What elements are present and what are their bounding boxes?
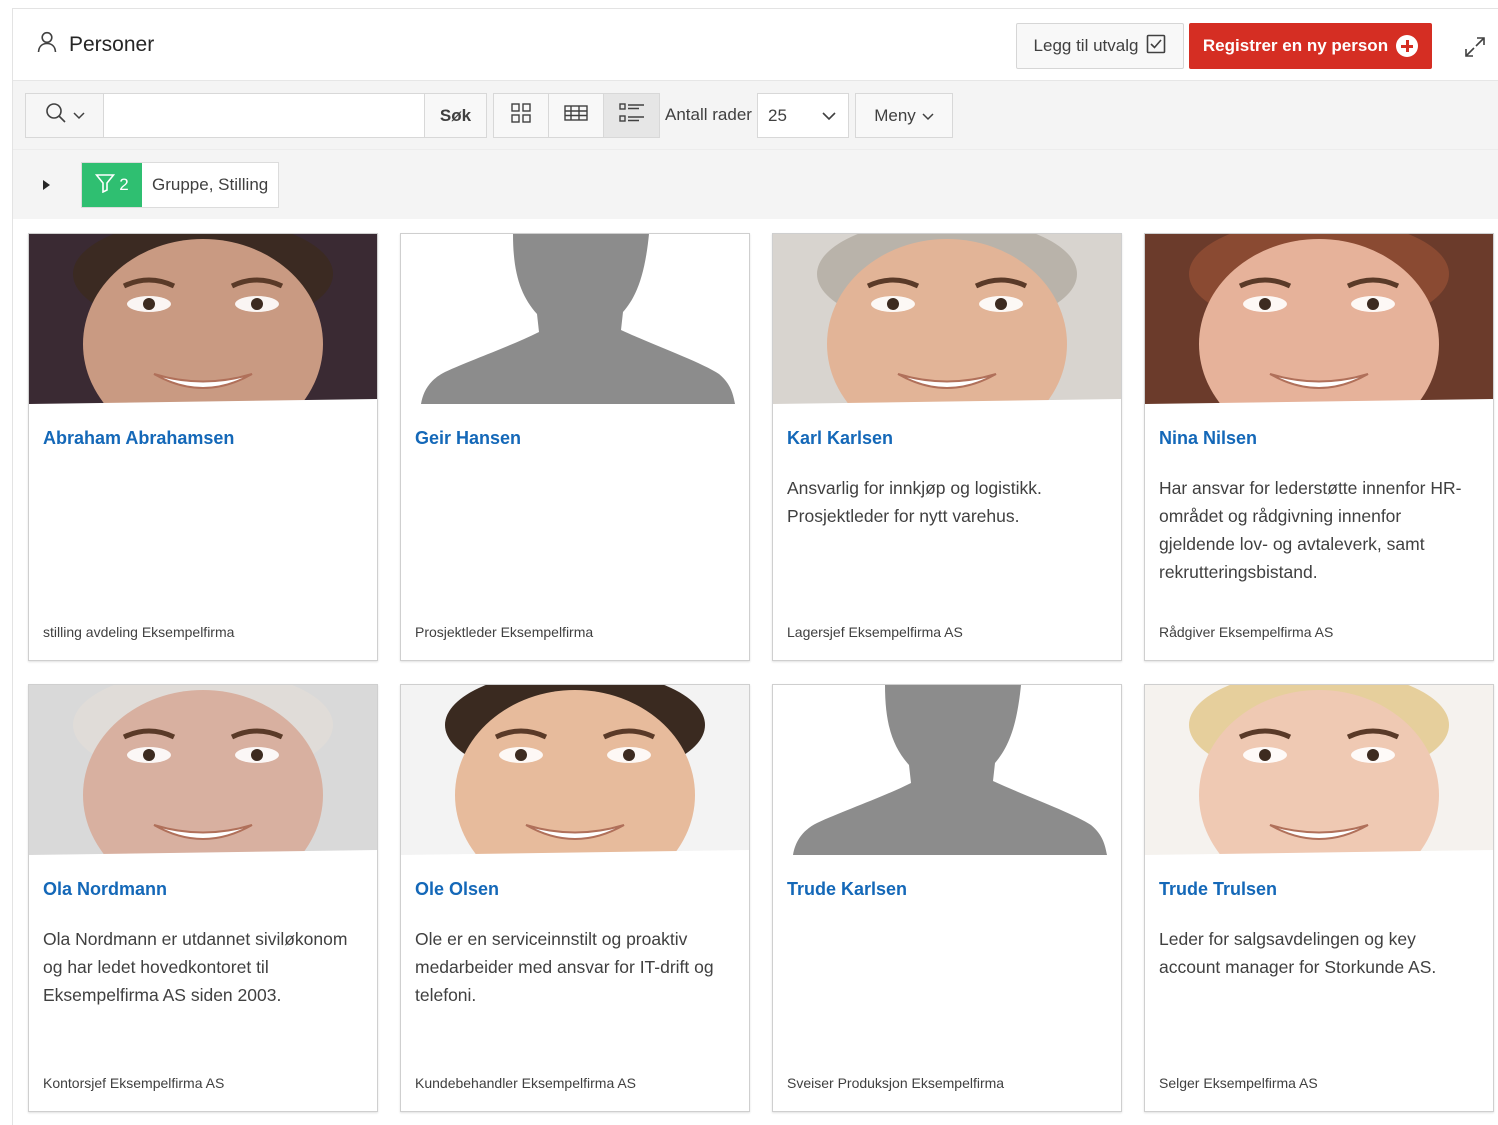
person-position-company: Kundebehandler Eksempelfirma AS bbox=[415, 1075, 637, 1091]
chevron-down-icon bbox=[72, 107, 85, 125]
person-card[interactable]: Karl Karlsen Ansvarlig for innkjøp og log… bbox=[772, 233, 1122, 661]
search-button[interactable]: Søk bbox=[424, 94, 486, 137]
person-card[interactable]: Ola Nordmann Ola Nordmann er utdannet siv… bbox=[28, 684, 378, 1112]
search-icon bbox=[45, 102, 67, 129]
person-description: Har ansvar for lederstøtte innenfor HR-o… bbox=[1159, 478, 1462, 582]
person-silhouette-icon bbox=[401, 234, 749, 404]
expand-icon[interactable] bbox=[1463, 35, 1487, 59]
filter-count: 2 bbox=[119, 175, 129, 194]
search-column-dropdown[interactable] bbox=[26, 94, 104, 137]
person-position-company: Selger Eksempelfirma AS bbox=[1159, 1075, 1318, 1091]
register-person-label: Registrer en ny person bbox=[1202, 36, 1389, 55]
add-to-selection-button[interactable]: Legg til utvalg bbox=[1016, 23, 1184, 69]
report-toolbar: Søk Antall rader 25 Meny bbox=[13, 81, 1498, 149]
person-card[interactable]: Abraham Abrahamsen stilling avdeling Ekse… bbox=[28, 233, 378, 661]
person-position-company: stilling avdeling Eksempelfirma bbox=[43, 624, 235, 640]
person-card[interactable]: Trude Karlsen Sveiser Produksjon Eksempel… bbox=[772, 684, 1122, 1112]
filter-icon bbox=[95, 173, 116, 198]
filter-chip[interactable]: 2 Gruppe, Stilling bbox=[81, 162, 280, 208]
rows-per-page-label: Antall rader bbox=[665, 105, 752, 124]
person-card[interactable]: Nina Nilsen Har ansvar for lederstøtte in… bbox=[1144, 233, 1494, 661]
person-photo bbox=[1145, 685, 1493, 855]
view-switcher bbox=[493, 93, 660, 138]
persons-region: Personer Legg til utvalg Registrer en ny… bbox=[12, 8, 1498, 1125]
person-name-link[interactable]: Ole Olsen bbox=[415, 879, 499, 900]
person-description: Ola Nordmann er utdannet siviløkonom og … bbox=[43, 929, 348, 1005]
add-to-selection-label: Legg til utvalg bbox=[1033, 36, 1139, 55]
person-description: Leder for salgsavdelingen og key account… bbox=[1159, 929, 1437, 977]
actions-menu-button[interactable]: Meny bbox=[855, 93, 953, 138]
person-photo bbox=[401, 685, 749, 855]
person-name-link[interactable]: Trude Karlsen bbox=[787, 879, 907, 900]
person-description: Ole er en serviceinnstilt og proaktiv me… bbox=[415, 929, 714, 1005]
person-position-company: Rådgiver Eksempelfirma AS bbox=[1159, 624, 1334, 640]
person-name-link[interactable]: Abraham Abrahamsen bbox=[43, 428, 234, 449]
list-detail-icon bbox=[618, 102, 645, 129]
actions-menu-label: Meny bbox=[874, 105, 916, 125]
person-position-company: Lagersjef Eksempelfirma AS bbox=[787, 624, 963, 640]
person-name-link[interactable]: Karl Karlsen bbox=[787, 428, 893, 449]
user-icon bbox=[37, 31, 57, 59]
caret-right-icon[interactable] bbox=[43, 180, 50, 190]
person-position-company: Sveiser Produksjon Eksempelfirma bbox=[787, 1075, 1005, 1091]
person-name-link[interactable]: Ola Nordmann bbox=[43, 879, 167, 900]
person-name-link[interactable]: Trude Trulsen bbox=[1159, 879, 1277, 900]
detail-view-button[interactable] bbox=[604, 94, 659, 137]
person-photo bbox=[29, 685, 377, 855]
person-photo bbox=[773, 234, 1121, 404]
chevron-down-icon bbox=[822, 106, 836, 126]
person-name-link[interactable]: Geir Hansen bbox=[415, 428, 521, 449]
grid-icon bbox=[510, 102, 532, 129]
person-photo bbox=[1145, 234, 1493, 404]
chevron-down-icon bbox=[922, 106, 934, 126]
plus-circle-icon bbox=[1396, 35, 1419, 57]
person-position-company: Prosjektleder Eksempelfirma bbox=[415, 624, 594, 640]
person-silhouette-icon bbox=[773, 685, 1121, 855]
rows-per-page-value: 25 bbox=[768, 105, 787, 125]
page-title-text: Personer bbox=[69, 33, 155, 56]
page-title: Personer bbox=[37, 31, 154, 59]
report-view-button[interactable] bbox=[549, 94, 604, 137]
person-photo bbox=[29, 234, 377, 404]
icon-view-button[interactable] bbox=[494, 94, 549, 137]
person-name-link[interactable]: Nina Nilsen bbox=[1159, 428, 1257, 449]
search-input[interactable] bbox=[104, 94, 424, 137]
filter-bar: 2 Gruppe, Stilling bbox=[13, 149, 1498, 219]
person-position-company: Kontorsjef Eksempelfirma AS bbox=[43, 1075, 225, 1091]
filter-count-badge: 2 bbox=[82, 163, 142, 207]
person-card[interactable]: Ole Olsen Ole er en serviceinnstilt og pr… bbox=[400, 684, 750, 1112]
person-description: Ansvarlig for innkjøp og logistikk. Pros… bbox=[787, 478, 1042, 526]
person-card[interactable]: Trude Trulsen Leder for salgsavdelingen o… bbox=[1144, 684, 1494, 1112]
rows-per-page-select[interactable]: 25 bbox=[757, 93, 849, 138]
search-group: Søk bbox=[25, 93, 487, 138]
register-person-button[interactable]: Registrer en ny person bbox=[1189, 23, 1432, 69]
filter-description: Gruppe, Stilling bbox=[152, 175, 269, 194]
region-header: Personer Legg til utvalg Registrer en ny… bbox=[13, 9, 1498, 81]
table-icon bbox=[564, 104, 588, 127]
checkbox-checked-icon bbox=[1146, 34, 1166, 59]
person-card[interactable]: Geir Hansen Prosjektleder Eksempelfirma bbox=[400, 233, 750, 661]
